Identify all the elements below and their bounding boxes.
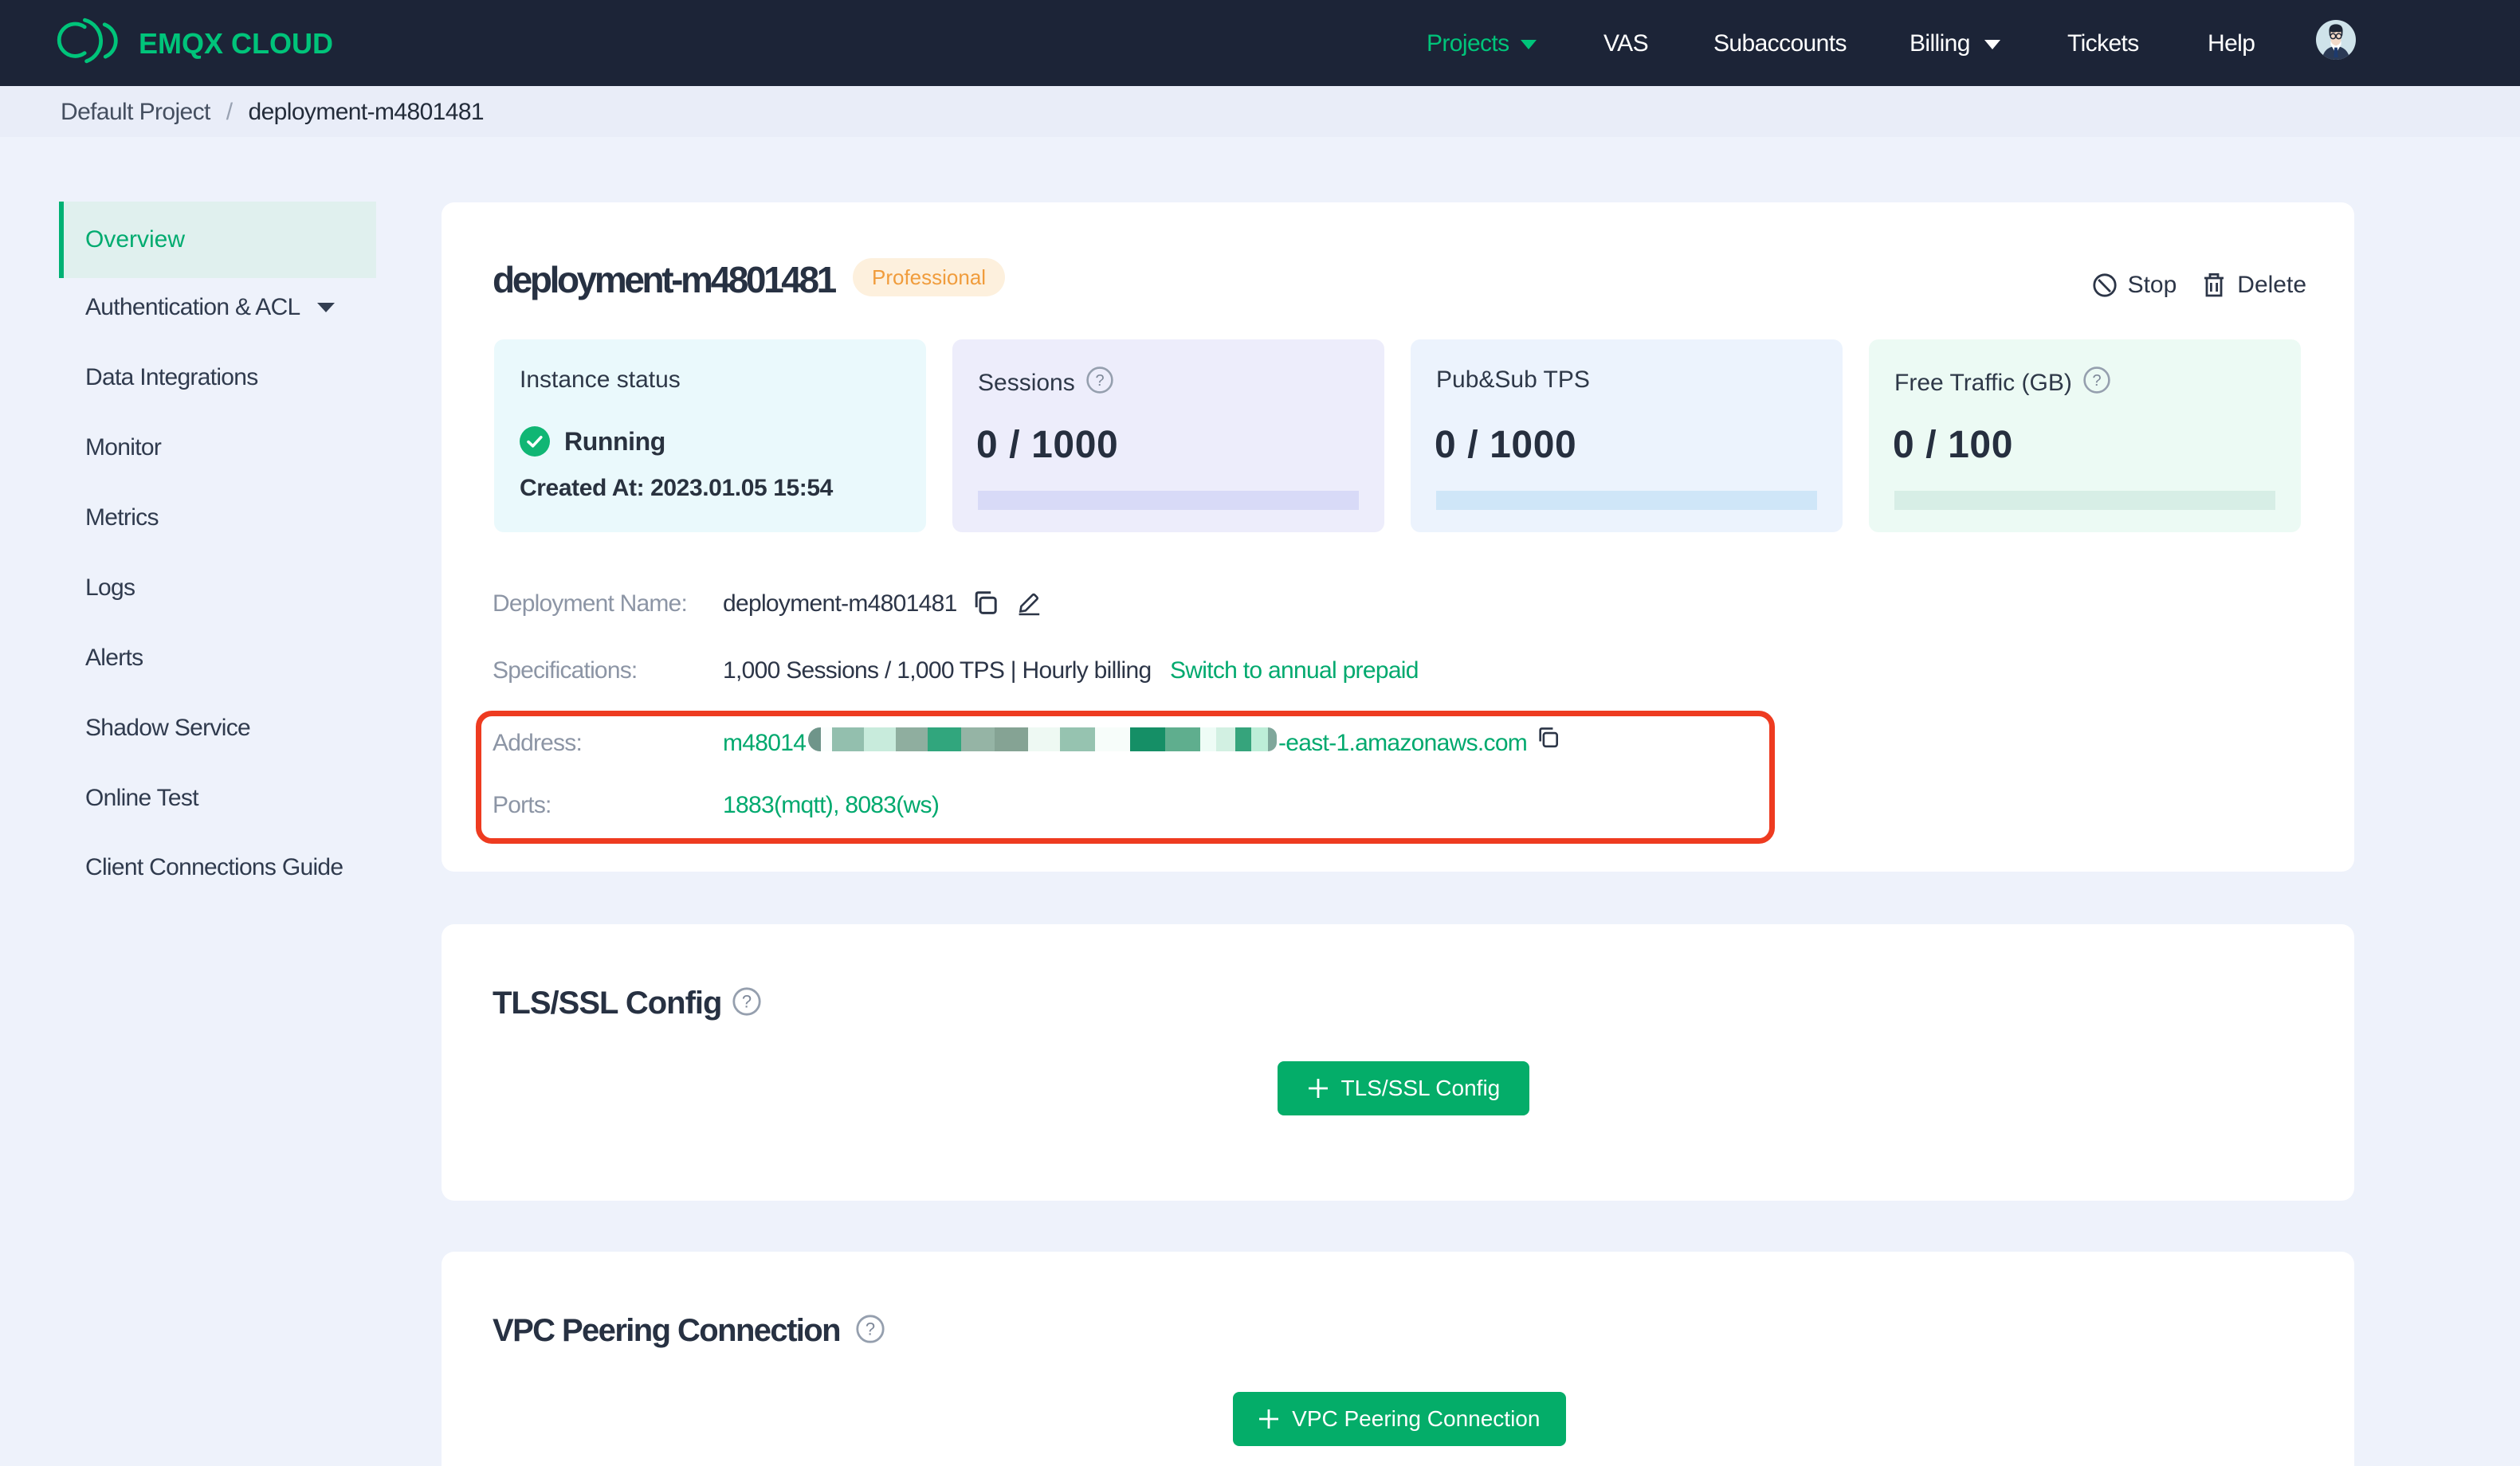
svg-text:?: ? bbox=[866, 1319, 875, 1339]
svg-text:?: ? bbox=[1095, 372, 1104, 390]
svg-text:?: ? bbox=[2092, 372, 2101, 390]
svg-text:?: ? bbox=[742, 992, 752, 1012]
